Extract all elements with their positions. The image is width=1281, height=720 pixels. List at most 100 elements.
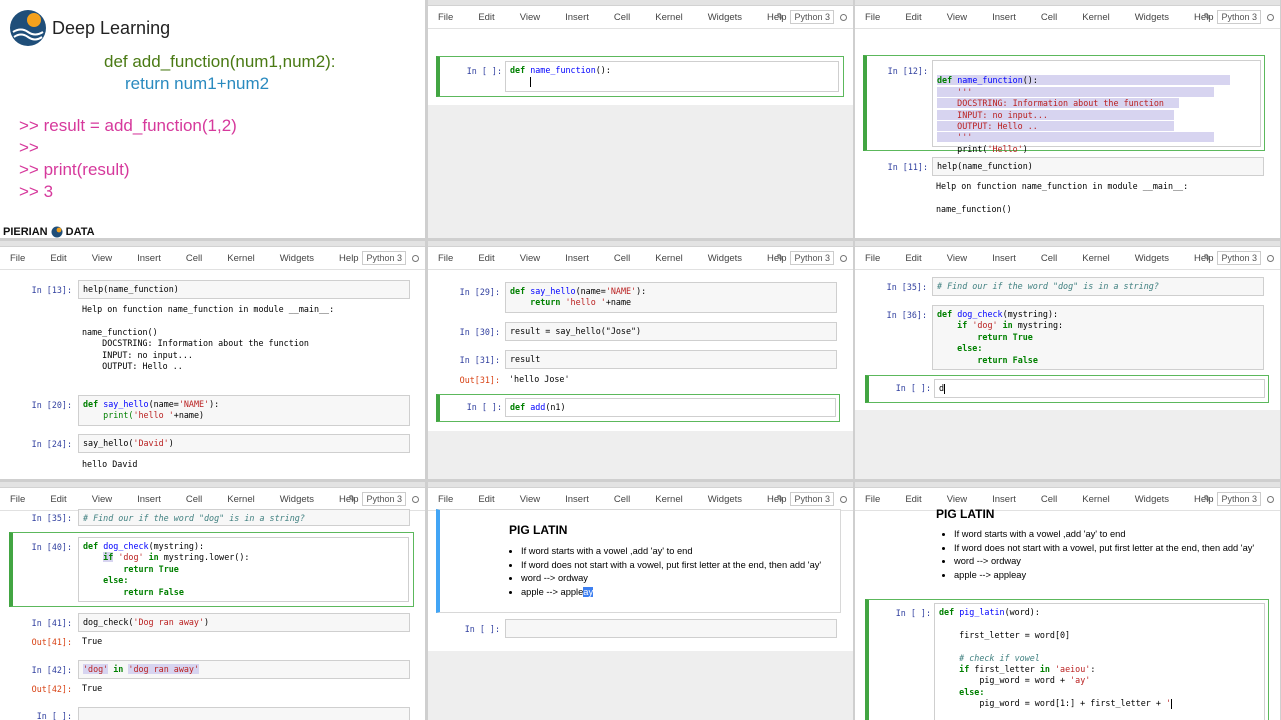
menu-edit[interactable]: Edit (905, 494, 921, 505)
fn-args: (n1) (545, 402, 566, 412)
kernel-indicator[interactable]: Python 3 (1217, 251, 1261, 265)
menu-cell[interactable]: Cell (1041, 12, 1057, 23)
edit-mode-pencil-icon: ✎ (1203, 493, 1212, 505)
menu-kernel[interactable]: Kernel (1082, 494, 1109, 505)
menu-cell[interactable]: Cell (614, 253, 630, 264)
code-input-new[interactable] (78, 707, 410, 720)
code-input-40[interactable]: def dog_check(mystring): if 'dog' in mys… (78, 537, 409, 602)
menu-file[interactable]: File (10, 494, 25, 505)
menu-kernel[interactable]: Kernel (655, 253, 682, 264)
code-input-new[interactable]: def add(n1) (505, 398, 836, 417)
edit-mode-pencil-icon: ✎ (1203, 252, 1212, 264)
code-input-11[interactable]: help(name_function) (932, 157, 1264, 176)
code-input-29[interactable]: def say_hello(name='NAME'): return 'hell… (505, 282, 837, 313)
menu-cell[interactable]: Cell (614, 494, 630, 505)
menu-insert[interactable]: Insert (992, 12, 1016, 23)
fn-args: (word): (1004, 607, 1040, 617)
menu-help[interactable]: Help (339, 253, 359, 264)
code-input-42[interactable]: 'dog' in 'dog ran away' (78, 660, 410, 679)
menu-kernel[interactable]: Kernel (1082, 12, 1109, 23)
menu-file[interactable]: File (438, 253, 453, 264)
menu-widgets[interactable]: Widgets (708, 494, 742, 505)
code-input[interactable]: def pig_latin(word): first_letter = word… (934, 603, 1265, 720)
code-input-20[interactable]: def say_hello(name='NAME'): print('hello… (78, 395, 410, 426)
menu-edit[interactable]: Edit (478, 253, 494, 264)
menu-file[interactable]: File (438, 12, 453, 23)
kernel-indicator[interactable]: Python 3 (362, 251, 406, 265)
menu-widgets[interactable]: Widgets (1135, 494, 1169, 505)
menu-insert[interactable]: Insert (992, 253, 1016, 264)
menu-view[interactable]: View (947, 494, 967, 505)
code-input-31[interactable]: result (505, 350, 837, 369)
menu-insert[interactable]: Insert (565, 494, 589, 505)
menu-cell[interactable]: Cell (1041, 253, 1057, 264)
menu-widgets[interactable]: Widgets (708, 12, 742, 23)
menu-widgets[interactable]: Widgets (1135, 12, 1169, 23)
menu-insert[interactable]: Insert (137, 494, 161, 505)
kernel-indicator[interactable]: Python 3 (362, 492, 406, 506)
md-bullet-3: word --> ordway (521, 572, 821, 586)
notebook-body: PIG LATIN If word starts with a vowel ,a… (428, 509, 853, 720)
cell-prompt-new: In [ ]: (36, 711, 72, 720)
menu-edit[interactable]: Edit (478, 494, 494, 505)
slide-repl-line-3: >> print(result) (19, 160, 130, 179)
menu-edit[interactable]: Edit (905, 12, 921, 23)
code-input-35[interactable]: # Find our if the word "dog" is in a str… (78, 509, 410, 526)
menu-edit[interactable]: Edit (50, 494, 66, 505)
menu-view[interactable]: View (92, 253, 112, 264)
menubar: File Edit View Insert Cell Kernel Widget… (428, 6, 853, 29)
menu-edit[interactable]: Edit (50, 253, 66, 264)
cell-prompt-new: In [ ]: (895, 383, 931, 393)
code-input-35[interactable]: # Find our if the word "dog" is in a str… (932, 277, 1264, 296)
code-input-new[interactable] (505, 619, 837, 638)
menu-cell[interactable]: Cell (614, 12, 630, 23)
kw-in: in (1002, 320, 1013, 331)
notebook-body: In [35]: # Find our if the word "dog" is… (0, 509, 425, 720)
menu-kernel[interactable]: Kernel (227, 253, 254, 264)
menu-view[interactable]: View (520, 494, 540, 505)
menu-view[interactable]: View (520, 253, 540, 264)
code-input-24[interactable]: say_hello('David') (78, 434, 410, 453)
menu-file[interactable]: File (438, 494, 453, 505)
menubar: File Edit View Insert Cell Kernel Widget… (0, 488, 425, 511)
default-str: 'NAME' (178, 399, 210, 409)
menu-view[interactable]: View (947, 253, 967, 264)
code-input-12[interactable]: def name_function(): ''' DOCSTRING: Info… (932, 60, 1261, 154)
menu-insert[interactable]: Insert (565, 12, 589, 23)
code-input-new[interactable]: d (934, 379, 1265, 398)
menu-edit[interactable]: Edit (905, 253, 921, 264)
kernel-indicator[interactable]: Python 3 (1217, 10, 1261, 24)
menu-view[interactable]: View (520, 12, 540, 23)
menu-file[interactable]: File (10, 253, 25, 264)
menu-widgets[interactable]: Widgets (708, 253, 742, 264)
code-input[interactable]: def name_function(): (505, 61, 839, 92)
menu-kernel[interactable]: Kernel (655, 494, 682, 505)
kernel-indicator[interactable]: Python 3 (1217, 492, 1261, 506)
menu-kernel[interactable]: Kernel (655, 12, 682, 23)
menu-widgets[interactable]: Widgets (280, 253, 314, 264)
code-input-13[interactable]: help(name_function) (78, 280, 410, 299)
menu-file[interactable]: File (865, 253, 880, 264)
menu-insert[interactable]: Insert (137, 253, 161, 264)
kernel-indicator[interactable]: Python 3 (790, 492, 834, 506)
menu-cell[interactable]: Cell (186, 494, 202, 505)
menu-insert[interactable]: Insert (565, 253, 589, 264)
kernel-indicator[interactable]: Python 3 (790, 251, 834, 265)
kernel-indicator[interactable]: Python 3 (790, 10, 834, 24)
menu-cell[interactable]: Cell (186, 253, 202, 264)
menu-kernel[interactable]: Kernel (1082, 253, 1109, 264)
menu-widgets[interactable]: Widgets (1135, 253, 1169, 264)
menu-cell[interactable]: Cell (1041, 494, 1057, 505)
menu-file[interactable]: File (865, 12, 880, 23)
menu-view[interactable]: View (92, 494, 112, 505)
menu-edit[interactable]: Edit (478, 12, 494, 23)
menu-file[interactable]: File (865, 494, 880, 505)
menu-view[interactable]: View (947, 12, 967, 23)
menu-widgets[interactable]: Widgets (280, 494, 314, 505)
code-input-30[interactable]: result = say_hello("Jose") (505, 322, 837, 341)
pig-word-1: pig_word = word + (979, 675, 1071, 686)
menu-kernel[interactable]: Kernel (227, 494, 254, 505)
menu-insert[interactable]: Insert (992, 494, 1016, 505)
code-input-36[interactable]: def dog_check(mystring): if 'dog' in mys… (932, 305, 1264, 370)
code-input-41[interactable]: dog_check('Dog ran away') (78, 613, 410, 632)
